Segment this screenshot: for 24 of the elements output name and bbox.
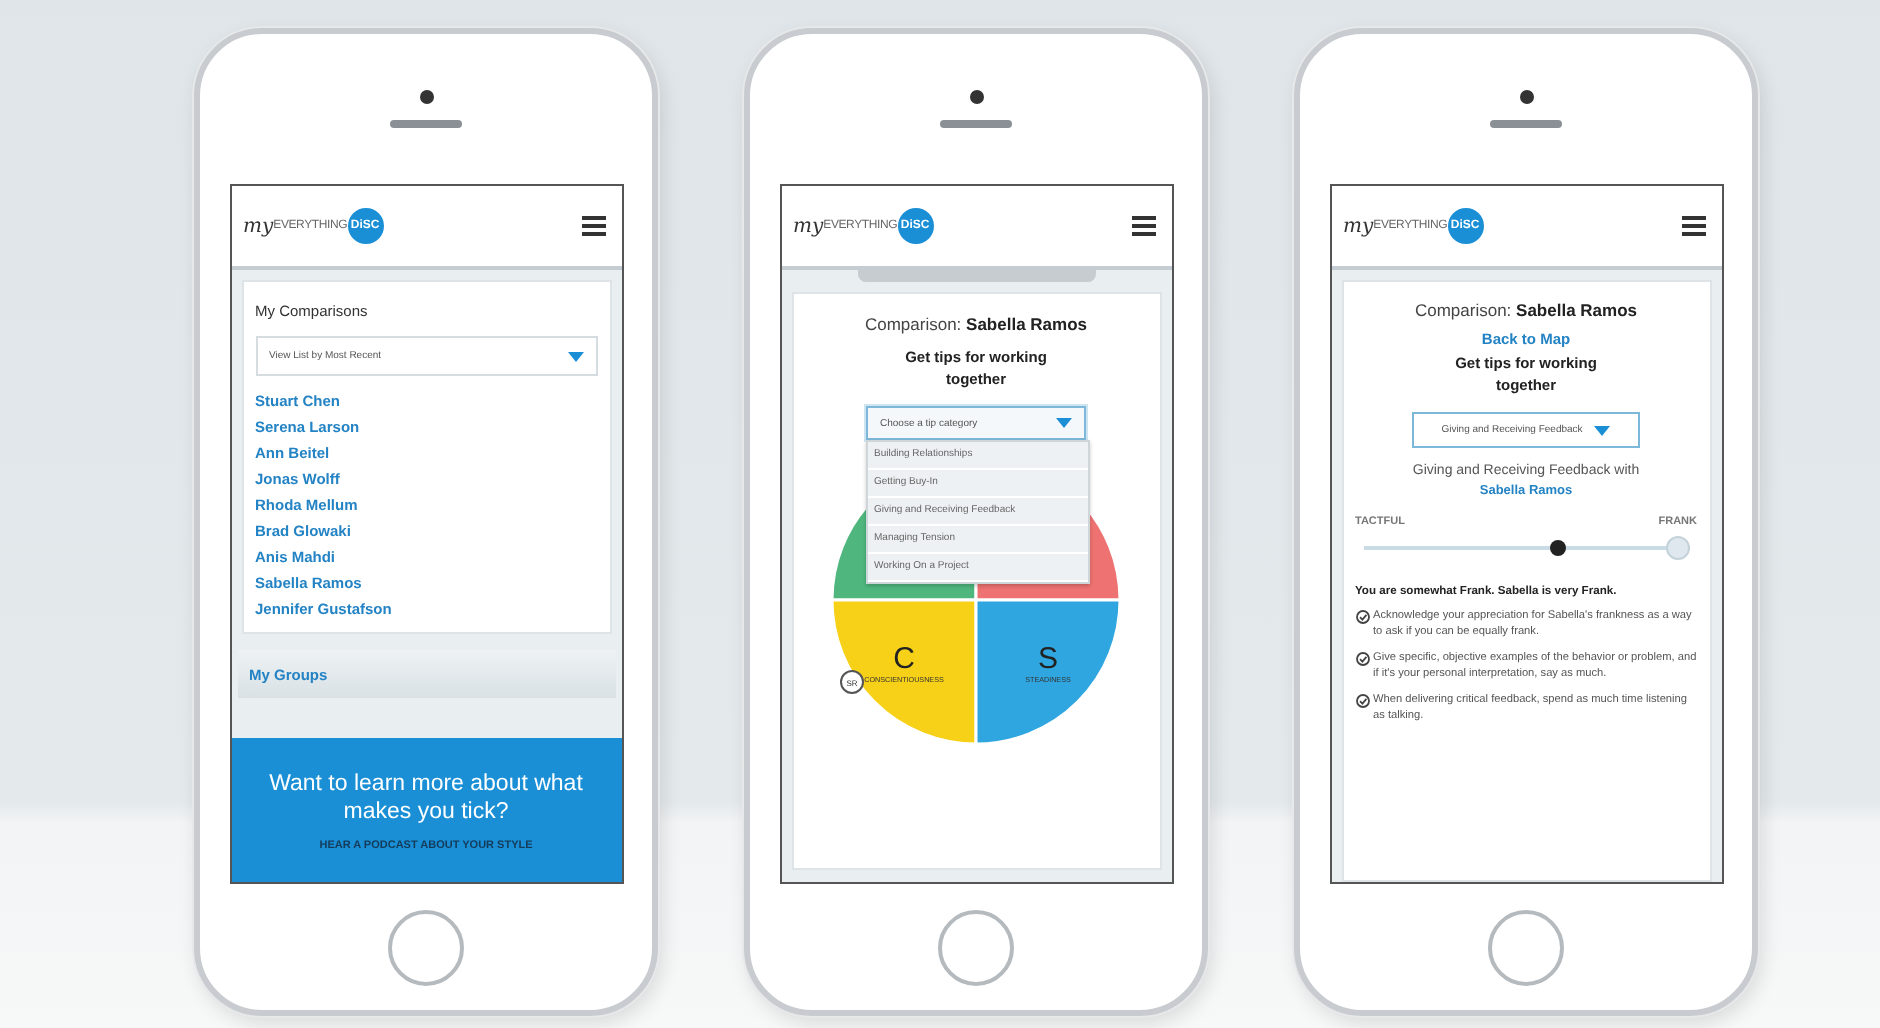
- banner-headline: Want to learn more about what makes you tick?: [267, 769, 585, 825]
- check-circle-icon: [1355, 652, 1369, 666]
- quadrant-letter: C: [893, 642, 915, 676]
- caret-icon: [567, 351, 583, 361]
- speaker-grille: [1490, 120, 1562, 128]
- menu-icon[interactable]: [1131, 216, 1155, 236]
- logo-script: my: [1343, 215, 1374, 237]
- person-marker: [1665, 536, 1689, 560]
- menu-icon[interactable]: [1681, 216, 1705, 236]
- camera: [419, 90, 433, 104]
- camera: [1519, 90, 1533, 104]
- comparison-heading: Comparison: Sabella Ramos: [1414, 300, 1638, 320]
- speaker-grille: [390, 120, 462, 128]
- logo-script: my: [243, 215, 274, 237]
- speaker-grille: [940, 120, 1012, 128]
- menu-icon[interactable]: [581, 216, 605, 236]
- check-circle-icon: [1355, 610, 1369, 624]
- check-circle-icon: [1355, 694, 1369, 708]
- camera: [969, 90, 983, 104]
- quadrant-letter: S: [1038, 642, 1058, 676]
- comparison-heading: Comparison: Sabella Ramos: [864, 314, 1088, 334]
- caret-icon: [1594, 425, 1611, 435]
- caret-icon: [1056, 418, 1072, 428]
- logo-script: my: [793, 215, 824, 237]
